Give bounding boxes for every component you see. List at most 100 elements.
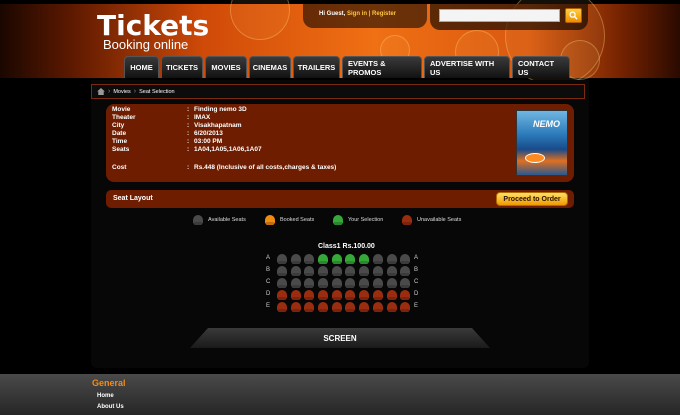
seat-d4 — [318, 290, 329, 299]
register-link[interactable]: Register — [372, 11, 396, 17]
seat-e7 — [359, 302, 370, 311]
breadcrumb-movies[interactable]: Movies — [113, 89, 130, 95]
seat-a5[interactable] — [331, 254, 342, 263]
seat-a4[interactable] — [318, 254, 329, 263]
seat-b9[interactable] — [386, 266, 397, 275]
seat-c7[interactable] — [359, 278, 370, 287]
legend-label: Unavailable Seats — [417, 216, 462, 223]
seat-a1[interactable] — [277, 254, 287, 263]
seat-b1[interactable] — [277, 266, 287, 275]
breadcrumb-seat-selection: Seat Selection — [139, 88, 175, 95]
seat-c6[interactable] — [345, 278, 356, 287]
sign-in-link[interactable]: Sign in — [347, 11, 367, 17]
logo-subtitle: Booking online — [103, 37, 189, 52]
row-label-left: C — [266, 279, 271, 285]
row-label-left: E — [266, 303, 271, 309]
legend-available: Available Seats — [193, 215, 246, 224]
seat-row-e — [277, 302, 411, 311]
seat-d9 — [386, 290, 397, 299]
seat-booked-icon — [265, 215, 275, 224]
movie-poster: NEMO — [516, 110, 568, 176]
seat-selected-icon — [333, 215, 343, 224]
seat-unavailable-icon — [402, 215, 412, 224]
seat-b5[interactable] — [331, 266, 342, 275]
legend-unavailable: Unavailable Seats — [402, 215, 461, 224]
breadcrumb-separator: › — [108, 88, 111, 95]
seat-a2[interactable] — [290, 254, 301, 263]
seat-c2[interactable] — [290, 278, 301, 287]
nav-advertise[interactable]: ADVERTISE WITH US — [424, 56, 510, 78]
legend-booked: Booked Seats — [265, 215, 314, 224]
seat-c4[interactable] — [318, 278, 329, 287]
seat-a7[interactable] — [359, 254, 370, 263]
nav-events-promos[interactable]: EVENTS & PROMOS — [342, 56, 422, 78]
row-label-right: B — [414, 267, 419, 273]
info-value: IMAX — [194, 114, 211, 121]
seat-e6 — [345, 302, 356, 311]
nav-cinemas[interactable]: CINEMAS — [249, 56, 291, 78]
info-label: Theater — [112, 114, 136, 121]
info-colon: : — [187, 164, 190, 171]
nav-movies[interactable]: MOVIES — [205, 56, 247, 78]
nav-contact[interactable]: CONTACT US — [512, 56, 570, 78]
info-label: Time — [112, 138, 128, 145]
seat-layout-title: Seat Layout — [113, 195, 153, 202]
info-row-cost: Cost: Rs.448 (Inclusive of all costs,char… — [112, 164, 336, 171]
seat-b2[interactable] — [290, 266, 301, 275]
seat-c5[interactable] — [331, 278, 342, 287]
home-icon[interactable] — [97, 88, 105, 95]
search-icon — [569, 11, 578, 20]
seat-d7 — [359, 290, 370, 299]
legend-mine: Your Selection — [333, 215, 383, 224]
seat-a10[interactable] — [400, 254, 411, 263]
seat-class-title: Class1 Rs.100.00 — [318, 243, 375, 250]
row-label-right: A — [414, 255, 419, 261]
nav-home[interactable]: HOME — [124, 56, 159, 78]
info-label: Date — [112, 130, 127, 137]
seat-d8 — [372, 290, 383, 299]
seat-row-a — [277, 254, 411, 263]
seat-a9[interactable] — [386, 254, 397, 263]
seat-a6[interactable] — [345, 254, 356, 263]
main-nav: HOME TICKETS MOVIES CINEMAS TRAILERS EVE… — [124, 56, 570, 78]
seat-a3[interactable] — [304, 254, 315, 263]
seat-e3 — [304, 302, 315, 311]
info-colon: : — [187, 122, 190, 129]
info-value: 03:00 PM — [194, 138, 223, 145]
row-label-right: C — [414, 279, 419, 285]
info-value: Rs.448 (Inclusive of all costs,charges &… — [194, 164, 337, 171]
footer-link-home[interactable]: Home — [97, 393, 114, 399]
info-label: Seats — [112, 146, 130, 153]
seat-b7[interactable] — [359, 266, 370, 275]
greeting-text: Hi Guest, — [319, 11, 346, 17]
footer-link-about[interactable]: About Us — [97, 404, 124, 410]
seat-c1[interactable] — [277, 278, 287, 287]
seat-available-icon — [193, 215, 203, 224]
seat-b4[interactable] — [318, 266, 329, 275]
legend-label: Booked Seats — [280, 216, 315, 223]
seat-c9[interactable] — [386, 278, 397, 287]
nav-trailers[interactable]: TRAILERS — [293, 56, 340, 78]
info-label: City — [112, 122, 125, 129]
seat-b3[interactable] — [304, 266, 315, 275]
seat-c3[interactable] — [304, 278, 315, 287]
seat-a8[interactable] — [372, 254, 383, 263]
search-input[interactable] — [439, 9, 560, 22]
nav-tickets[interactable]: TICKETS — [161, 56, 203, 78]
info-row-date: Date:6/20/2013 — [112, 130, 223, 137]
row-label-left: B — [266, 267, 271, 273]
seat-b10[interactable] — [400, 266, 411, 275]
seat-row-b — [277, 266, 411, 275]
seat-b6[interactable] — [345, 266, 356, 275]
seat-c8[interactable] — [372, 278, 383, 287]
legend-label: Your Selection — [348, 216, 384, 223]
info-value: Finding nemo 3D — [194, 106, 247, 113]
row-label-right: D — [414, 291, 419, 297]
proceed-to-order-button[interactable]: Proceed to Order — [496, 192, 568, 206]
info-colon: : — [187, 138, 190, 145]
seat-c10[interactable] — [400, 278, 411, 287]
seat-d2 — [290, 290, 301, 299]
seat-b8[interactable] — [372, 266, 383, 275]
link-separator: | — [368, 11, 371, 17]
search-button[interactable] — [565, 8, 582, 23]
